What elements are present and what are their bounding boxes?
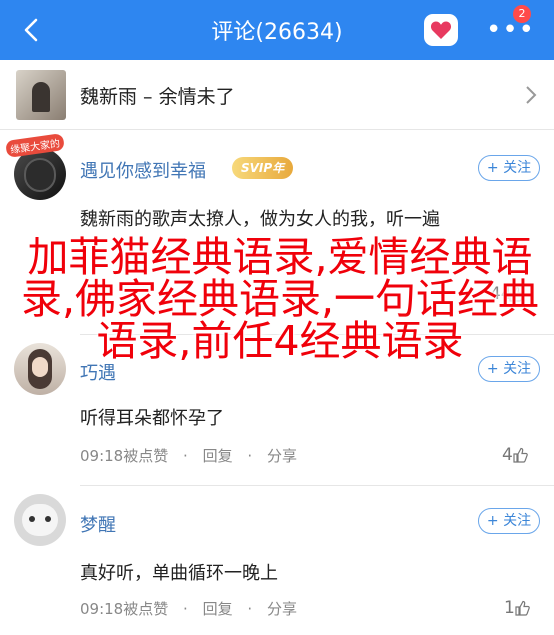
comment-meta: 09:18被点赞 · 回复 · 分享 xyxy=(80,600,297,618)
overlay-caption: 加菲猫经典语录,爱情经典语录,佛家经典语录,一句话经典语录,前任4经典语录 xyxy=(20,233,540,365)
like-button[interactable]: 4 xyxy=(502,445,528,465)
reply-button[interactable]: 回复 xyxy=(203,600,233,618)
top-bar: 评论(26634) ••• 2 xyxy=(0,0,554,60)
share-button[interactable]: 分享 xyxy=(267,447,297,465)
notification-badge: 2 xyxy=(513,5,531,23)
follow-button[interactable]: + 关注 xyxy=(478,155,540,181)
liked-by-label: 被点赞 xyxy=(123,600,169,618)
comment-username[interactable]: 遇见你感到幸福 xyxy=(80,157,206,183)
page-title: 评论(26634) xyxy=(211,20,343,45)
comment-time: 09:18 xyxy=(80,600,124,618)
thumbs-up-icon xyxy=(515,600,530,616)
share-button[interactable]: 分享 xyxy=(267,600,297,618)
favorite-button[interactable] xyxy=(424,14,458,46)
song-cover-image xyxy=(16,70,66,120)
comment-username[interactable]: 梦醒 xyxy=(80,511,116,537)
like-button[interactable]: 1 xyxy=(504,598,530,618)
vip-badge: SVIP年 xyxy=(232,157,294,179)
follow-button[interactable]: + 关注 xyxy=(478,508,540,534)
liked-by-label: 被点赞 xyxy=(123,447,169,465)
reply-button[interactable]: 回复 xyxy=(203,447,233,465)
heart-icon xyxy=(430,21,452,39)
chevron-right-icon xyxy=(526,86,537,104)
song-title: 魏新雨 – 余情未了 xyxy=(80,86,235,108)
comment-time: 09:18 xyxy=(80,447,124,465)
comment-item: 梦醒 + 关注 真好听，单曲循环一晚上 09:18被点赞 · 回复 · 分享 1 xyxy=(0,485,554,635)
comment-text: 听得耳朵都怀孕了 xyxy=(80,408,224,429)
comment-text: 真好听，单曲循环一晚上 xyxy=(80,563,278,584)
comment-text: 魏新雨的歌声太撩人，做为女人的我，听一遍 xyxy=(80,209,440,230)
thumbs-up-icon xyxy=(513,447,528,463)
avatar[interactable] xyxy=(14,494,66,546)
song-row[interactable]: 魏新雨 – 余情未了 xyxy=(0,60,554,130)
comment-meta: 09:18被点赞 · 回复 · 分享 xyxy=(80,447,297,465)
